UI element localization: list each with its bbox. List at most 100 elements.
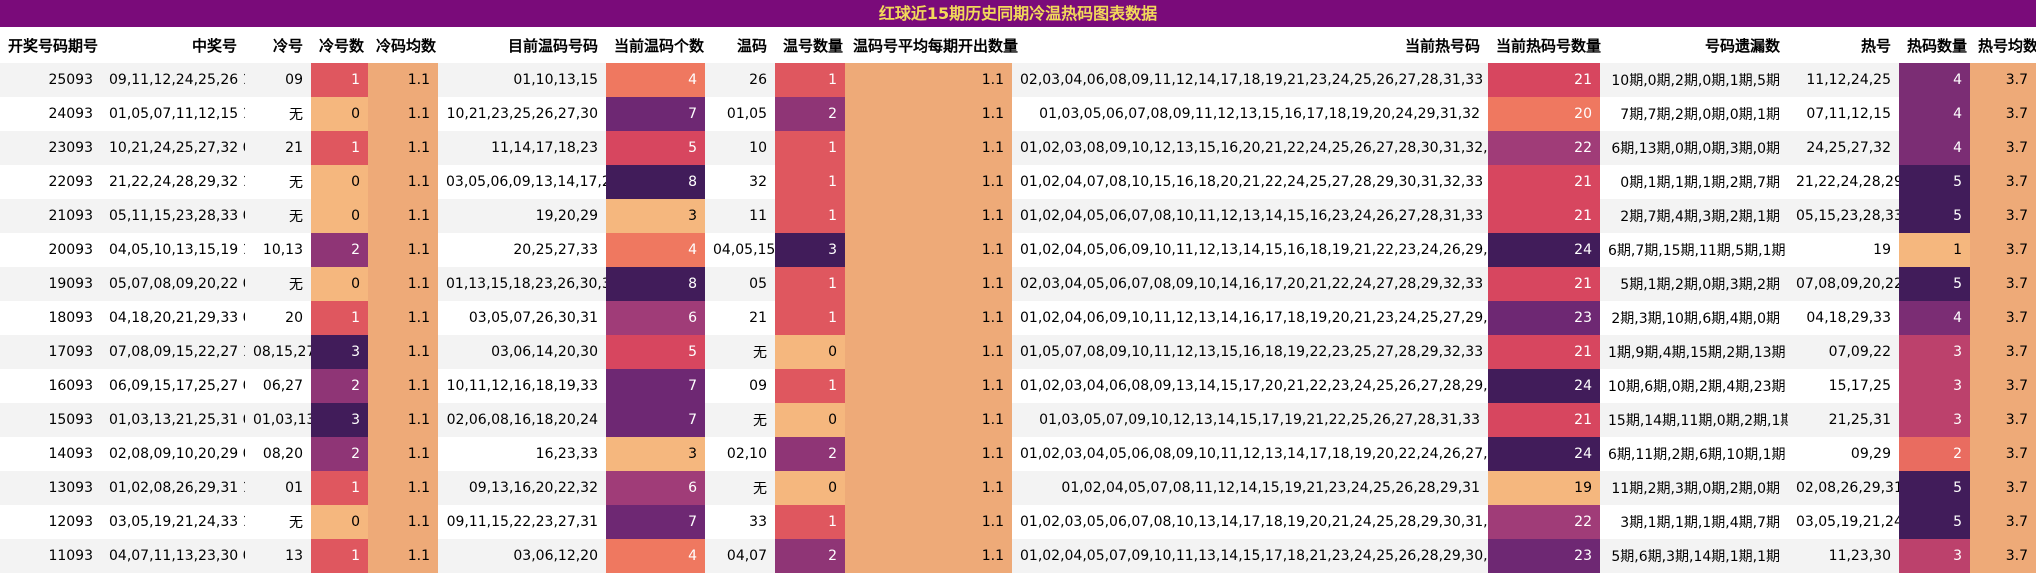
cell-warm-code: 05: [705, 267, 775, 301]
cell-cold-count: 1: [311, 301, 368, 335]
cell-warm-avg: 1.1: [845, 403, 1012, 437]
cell-winning-numbers: 02,08,09,10,20,29 05: [101, 437, 245, 471]
cell-cold-avg: 1.1: [368, 437, 438, 471]
cell-warm-numbers: 01,13,15,18,23,26,30,31: [438, 267, 606, 301]
cell-hot-avg: 3.7: [1970, 165, 2036, 199]
cell-hot-count: 23: [1488, 539, 1600, 573]
cell-warm-avg: 1.1: [845, 165, 1012, 199]
cell-warm-numbers: 03,05,07,26,30,31: [438, 301, 606, 335]
cell-warm-numbers: 10,21,23,25,26,27,30: [438, 97, 606, 131]
col-header-cold-numbers: 冷号: [245, 27, 311, 63]
chart-table-window: 红球近15期历史同期冷温热码图表数据 开奖号码期号 中奖号 冷号 冷号数 冷码均…: [0, 0, 2036, 573]
cell-warm-qty: 1: [775, 63, 845, 97]
cell-omission: 0期,1期,1期,1期,2期,7期: [1600, 165, 1788, 199]
cell-warm-count: 6: [606, 301, 705, 335]
cell-cold-numbers: 无: [245, 97, 311, 131]
cell-warm-count: 7: [606, 403, 705, 437]
cell-warm-qty: 2: [775, 437, 845, 471]
cell-warm-numbers: 16,23,33: [438, 437, 606, 471]
cell-warm-code: 04,05,15: [705, 233, 775, 267]
cell-cold-avg: 1.1: [368, 301, 438, 335]
cell-period: 12093: [0, 505, 101, 539]
cell-cold-avg: 1.1: [368, 131, 438, 165]
cell-cold-numbers: 13: [245, 539, 311, 573]
cell-period: 21093: [0, 199, 101, 233]
cell-warm-avg: 1.1: [845, 437, 1012, 471]
cell-warm-qty: 0: [775, 335, 845, 369]
col-header-period: 开奖号码期号: [0, 27, 101, 63]
cell-winning-numbers: 05,07,08,09,20,22 02: [101, 267, 245, 301]
cell-warm-count: 8: [606, 165, 705, 199]
cell-omission: 5期,1期,2期,0期,3期,2期: [1600, 267, 1788, 301]
cell-warm-qty: 1: [775, 267, 845, 301]
cell-omission: 7期,7期,2期,0期,0期,1期: [1600, 97, 1788, 131]
cell-warm-avg: 1.1: [845, 505, 1012, 539]
cell-cold-avg: 1.1: [368, 97, 438, 131]
cell-hot-avg: 3.7: [1970, 437, 2036, 471]
table-row: 1409302,08,09,10,20,29 0508,2021.116,23,…: [0, 437, 2036, 471]
cell-warm-avg: 1.1: [845, 301, 1012, 335]
cell-hot-count: 24: [1488, 233, 1600, 267]
cell-warm-code: 11: [705, 199, 775, 233]
cell-hot-code: 07,09,22: [1788, 335, 1899, 369]
cell-warm-count: 3: [606, 437, 705, 471]
cell-winning-numbers: 06,09,15,17,25,27 09: [101, 369, 245, 403]
cell-winning-numbers: 03,05,19,21,24,33 13: [101, 505, 245, 539]
cell-omission: 6期,11期,2期,6期,10期,1期: [1600, 437, 1788, 471]
cell-hot-code: 15,17,25: [1788, 369, 1899, 403]
cell-winning-numbers: 01,05,07,11,12,15 12: [101, 97, 245, 131]
cell-warm-numbers: 20,25,27,33: [438, 233, 606, 267]
table-row: 1809304,18,20,21,29,33 072011.103,05,07,…: [0, 301, 2036, 335]
cell-hot-numbers: 01,02,03,05,06,07,08,10,13,14,17,18,19,2…: [1012, 505, 1488, 539]
cell-hot-numbers: 01,02,04,05,06,07,08,10,11,12,13,14,15,1…: [1012, 199, 1488, 233]
cell-hot-avg: 3.7: [1970, 539, 2036, 573]
cell-cold-count: 0: [311, 165, 368, 199]
cell-warm-code: 09: [705, 369, 775, 403]
col-header-warm-avg: 温码号平均每期开出数量: [845, 27, 1018, 63]
header-row: 开奖号码期号 中奖号 冷号 冷号数 冷码均数 目前温码号码 当前温码个数 温码 …: [0, 27, 2036, 63]
cell-cold-avg: 1.1: [368, 471, 438, 505]
cell-hot-count: 19: [1488, 471, 1600, 505]
cell-cold-numbers: 10,13: [245, 233, 311, 267]
cell-winning-numbers: 04,18,20,21,29,33 07: [101, 301, 245, 335]
cell-warm-qty: 3: [775, 233, 845, 267]
cell-warm-count: 5: [606, 335, 705, 369]
cell-warm-count: 8: [606, 267, 705, 301]
cell-period: 14093: [0, 437, 101, 471]
col-header-warm-numbers: 目前温码号码: [438, 27, 606, 63]
cell-hot-numbers: 01,02,04,06,09,10,11,12,13,14,16,17,18,1…: [1012, 301, 1488, 335]
cell-hot-code: 24,25,27,32: [1788, 131, 1899, 165]
cell-warm-count: 4: [606, 233, 705, 267]
cell-period: 15093: [0, 403, 101, 437]
cell-hot-avg: 3.7: [1970, 505, 2036, 539]
cell-warm-avg: 1.1: [845, 335, 1012, 369]
cell-hot-numbers: 01,02,04,05,07,09,10,11,13,14,15,17,18,2…: [1012, 539, 1488, 573]
cell-hot-numbers: 01,02,03,04,06,08,09,13,14,15,17,20,21,2…: [1012, 369, 1488, 403]
cell-warm-numbers: 19,20,29: [438, 199, 606, 233]
cell-cold-count: 1: [311, 471, 368, 505]
cell-hot-qty: 3: [1899, 403, 1970, 437]
cell-warm-numbers: 10,11,12,16,18,19,33: [438, 369, 606, 403]
cell-hot-numbers: 02,03,04,06,08,09,11,12,14,17,18,19,21,2…: [1012, 63, 1488, 97]
cell-period: 18093: [0, 301, 101, 335]
cell-warm-avg: 1.1: [845, 97, 1012, 131]
cell-hot-numbers: 01,05,07,08,09,10,11,12,13,15,16,18,19,2…: [1012, 335, 1488, 369]
cell-omission: 3期,1期,1期,1期,4期,7期: [1600, 505, 1788, 539]
cell-hot-numbers: 01,03,05,07,09,10,12,13,14,15,17,19,21,2…: [1012, 403, 1488, 437]
cell-cold-count: 0: [311, 267, 368, 301]
cell-warm-numbers: 09,11,15,22,23,27,31: [438, 505, 606, 539]
cell-hot-numbers: 01,02,04,05,07,08,11,12,14,15,19,21,23,2…: [1012, 471, 1488, 505]
cell-warm-numbers: 03,05,06,09,13,14,17,23: [438, 165, 606, 199]
cell-warm-numbers: 02,06,08,16,18,20,24: [438, 403, 606, 437]
cell-hot-count: 21: [1488, 267, 1600, 301]
cell-omission: 11期,2期,3期,0期,2期,0期: [1600, 471, 1788, 505]
cell-omission: 10期,6期,0期,2期,4期,23期: [1600, 369, 1788, 403]
cell-period: 19093: [0, 267, 101, 301]
cell-hot-numbers: 01,02,04,05,06,09,10,11,12,13,14,15,16,1…: [1012, 233, 1488, 267]
cell-hot-qty: 4: [1899, 97, 1970, 131]
table-row: 1509301,03,13,21,25,31 0801,03,1331.102,…: [0, 403, 2036, 437]
cell-hot-qty: 5: [1899, 505, 1970, 539]
cell-hot-code: 11,12,24,25: [1788, 63, 1899, 97]
cell-cold-numbers: 21: [245, 131, 311, 165]
cell-period: 25093: [0, 63, 101, 97]
